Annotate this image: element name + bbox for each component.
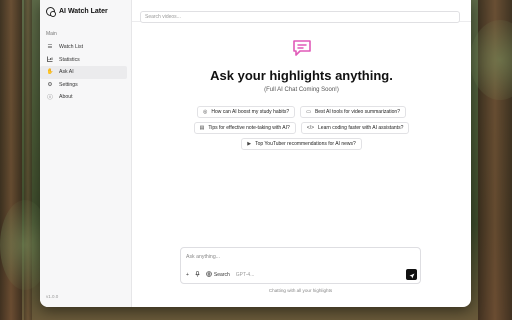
attach-button[interactable]: + bbox=[186, 272, 189, 278]
suggestion-label: How can AI boost my study habits? bbox=[211, 109, 290, 115]
sidebar-item-label: Watch List bbox=[59, 44, 84, 51]
gear-icon: ⚙ bbox=[47, 81, 53, 88]
section-label: Main bbox=[46, 31, 57, 37]
send-icon bbox=[409, 266, 415, 284]
sidebar-item-ask-ai[interactable]: ✋ Ask AI bbox=[40, 66, 127, 79]
microphone-icon bbox=[195, 271, 200, 279]
lightbulb-icon: ◎ bbox=[203, 109, 208, 115]
monitor-icon: ▭ bbox=[306, 109, 311, 115]
suggestion-chip[interactable]: ▤ Tips for effective note-taking with AI… bbox=[193, 122, 296, 134]
suggestion-chip[interactable]: ▶ Top YouTuber recommendations for AI ne… bbox=[241, 138, 362, 150]
suggestion-label: Learn coding faster with AI assistants? bbox=[318, 125, 404, 131]
model-label: GPT-4... bbox=[235, 272, 255, 278]
sidebar: AI Watch Later Main ☰ Watch List Statist… bbox=[40, 0, 132, 307]
document-icon: ▤ bbox=[199, 125, 205, 131]
sidebar-nav: ☰ Watch List Statistics ✋ Ask AI ⚙ Setti… bbox=[40, 41, 131, 104]
app-title: AI Watch Later bbox=[59, 7, 108, 15]
code-icon: </> bbox=[306, 125, 315, 131]
version-label: v1.0.0 bbox=[46, 294, 59, 299]
sidebar-item-about[interactable]: ⓘ About bbox=[40, 91, 127, 104]
sidebar-item-label: Statistics bbox=[59, 56, 80, 63]
suggestion-chip[interactable]: ▭ Best AI tools for video summarization? bbox=[300, 106, 406, 118]
chat-composer: + Search GPT-4... bbox=[180, 247, 421, 284]
suggestion-chip[interactable]: ◎ How can AI boost my study habits? bbox=[197, 106, 296, 118]
video-icon: ▶ bbox=[247, 141, 252, 147]
app-window: AI Watch Later Main ☰ Watch List Statist… bbox=[40, 0, 471, 307]
sidebar-item-settings[interactable]: ⚙ Settings bbox=[40, 79, 127, 92]
globe-icon bbox=[206, 271, 212, 279]
sidebar-item-label: Settings bbox=[59, 81, 78, 88]
page-subtitle: (Full AI Chat Coming Soon!) bbox=[264, 87, 339, 93]
sidebar-item-label: Ask AI bbox=[59, 69, 74, 76]
brand[interactable]: AI Watch Later bbox=[40, 5, 131, 17]
info-icon: ⓘ bbox=[47, 95, 53, 102]
model-selector[interactable]: GPT-4... bbox=[236, 272, 255, 278]
suggestion-label: Best AI tools for video summarization? bbox=[314, 109, 400, 115]
suggestion-list: ◎ How can AI boost my study habits? ▭ Be… bbox=[172, 106, 432, 150]
page-title: Ask your highlights anything. bbox=[210, 68, 393, 83]
sidebar-item-watch-list[interactable]: ☰ Watch List bbox=[40, 41, 127, 54]
chat-input[interactable] bbox=[186, 252, 416, 262]
hero: Ask your highlights anything. (Full AI C… bbox=[132, 39, 471, 93]
suggestion-label: Tips for effective note-taking with AI? bbox=[208, 125, 290, 131]
suggestion-chip[interactable]: </> Learn coding faster with AI assistan… bbox=[300, 122, 410, 134]
plus-icon: + bbox=[186, 272, 189, 278]
composer-tools: + Search GPT-4... bbox=[186, 271, 254, 279]
chart-icon bbox=[46, 56, 54, 64]
mic-button[interactable] bbox=[195, 271, 200, 279]
web-search-label: Search bbox=[213, 272, 230, 278]
chat-icon bbox=[292, 39, 312, 62]
sidebar-item-statistics[interactable]: Statistics bbox=[40, 54, 127, 67]
foliage bbox=[470, 20, 512, 100]
composer-caption: Chatting with all your highlights bbox=[268, 288, 333, 293]
suggestion-label: Top YouTuber recommendations for AI news… bbox=[255, 141, 356, 147]
sidebar-item-label: About bbox=[59, 94, 73, 101]
send-button[interactable] bbox=[406, 269, 417, 280]
search-input[interactable] bbox=[140, 11, 460, 23]
logo-icon bbox=[46, 6, 56, 17]
hand-icon: ✋ bbox=[46, 69, 54, 76]
list-icon: ☰ bbox=[47, 44, 53, 51]
top-bar bbox=[132, 0, 471, 23]
web-search-button[interactable]: Search bbox=[206, 271, 230, 279]
